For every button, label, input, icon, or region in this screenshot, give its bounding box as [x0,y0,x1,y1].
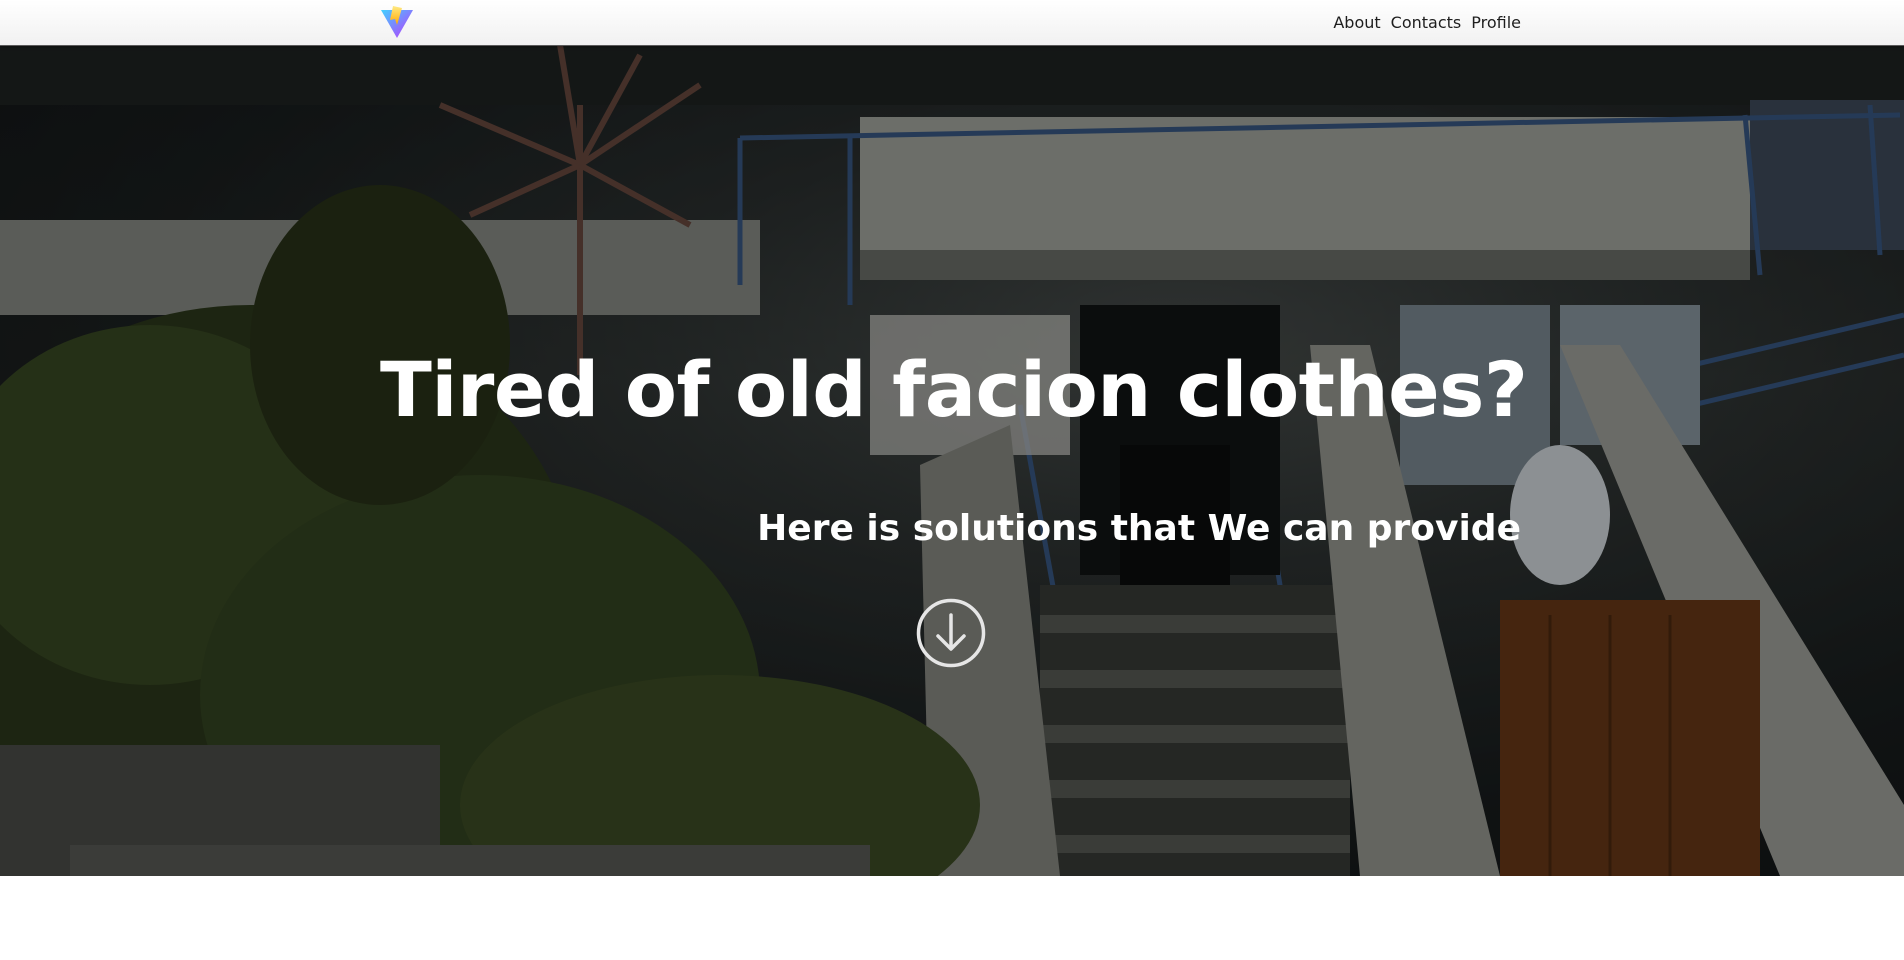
vite-logo-icon[interactable] [380,5,414,39]
nav-profile-link[interactable]: Profile [1471,13,1521,32]
hero-section: Tired of old facion clothes? Here is sol… [0,45,1904,876]
main-nav: About Contacts Profile [1333,0,1521,45]
nav-contacts-link[interactable]: Contacts [1391,13,1462,32]
top-navbar: About Contacts Profile [0,0,1904,46]
nav-about-link[interactable]: About [1333,13,1380,32]
hero-subtitle: Here is solutions that We can provide [757,508,1521,549]
content-area [0,876,1904,960]
arrow-down-circle-icon[interactable] [916,598,986,668]
hero-title: Tired of old facion clothes? [380,345,1528,434]
hero-dark-overlay [0,45,1904,876]
